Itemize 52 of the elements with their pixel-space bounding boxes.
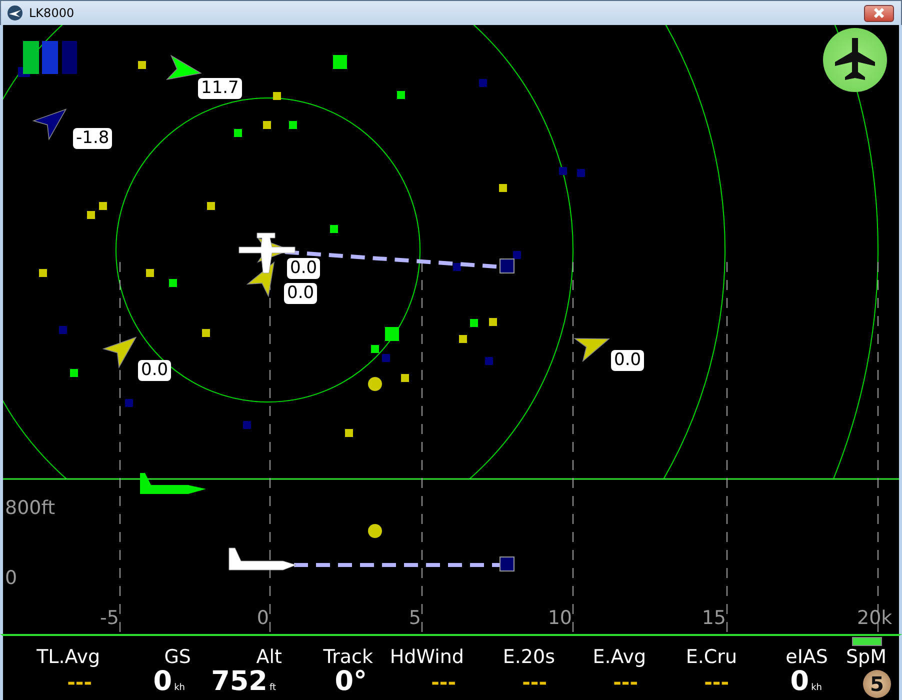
distance-label: 20k (857, 607, 892, 629)
traffic-glider-icon (140, 473, 206, 494)
unit-label: kh (811, 683, 822, 693)
infobox-value: 0 (790, 668, 810, 696)
infobox-label: E.20s (502, 646, 555, 668)
vario-label: -1.8 (73, 128, 112, 149)
infobox-label: SpM (846, 646, 887, 668)
signal-bars-icon (18, 41, 77, 77)
infobox-value: --- (431, 669, 456, 696)
infobox-value: 752 (211, 668, 268, 696)
unit-label: ft (269, 683, 276, 693)
altitude-label: 0 (5, 567, 18, 589)
vario-label: 0.0 (138, 360, 172, 381)
vario-label: 0.0 (611, 350, 644, 371)
infobox-value: --- (613, 669, 638, 696)
close-icon (873, 8, 885, 18)
infobox-label: GS (164, 646, 191, 668)
infobox-value: 0° (334, 668, 367, 696)
waypoint-marker (333, 55, 347, 69)
window-title: LK8000 (29, 6, 76, 20)
target-marker (500, 258, 514, 274)
page-number-badge[interactable]: 5 (863, 670, 891, 698)
waypoint-marker (385, 327, 399, 341)
distance-label: 15 (702, 607, 726, 629)
distance-label: 5 (408, 607, 421, 629)
vario-label: 0.0 (287, 258, 320, 279)
own-glider-icon (228, 548, 296, 570)
infobox-label: eIAS (786, 646, 828, 668)
infobox-value: --- (67, 669, 92, 696)
distance-label: 0 (256, 607, 269, 629)
infobox-label: E.Cru (686, 646, 737, 668)
app-logo-icon (7, 5, 23, 21)
close-button[interactable] (864, 4, 894, 22)
infobox-value: 0 (153, 668, 172, 696)
battery-icon (852, 637, 882, 646)
vario-label: 11.7 (198, 78, 242, 99)
altitude-label: 800ft (5, 497, 56, 519)
infobox-label: Alt (256, 646, 282, 668)
thermal-marker (368, 377, 382, 391)
thermal-marker (368, 524, 382, 538)
infobox-value: --- (704, 669, 729, 696)
infobox-label: HdWind (390, 646, 464, 668)
infobox-value: --- (522, 669, 547, 696)
infobox-label: E.Avg (592, 646, 646, 668)
airplane-icon (835, 38, 875, 82)
unit-label: kh (174, 683, 185, 693)
distance-label: -5 (100, 607, 119, 629)
vario-label: 0.0 (284, 283, 318, 304)
infobox-label: Track (323, 646, 373, 668)
distance-label: 10 (548, 607, 572, 629)
infobox-label: TL.Avg (36, 646, 100, 668)
target-marker (500, 556, 514, 572)
